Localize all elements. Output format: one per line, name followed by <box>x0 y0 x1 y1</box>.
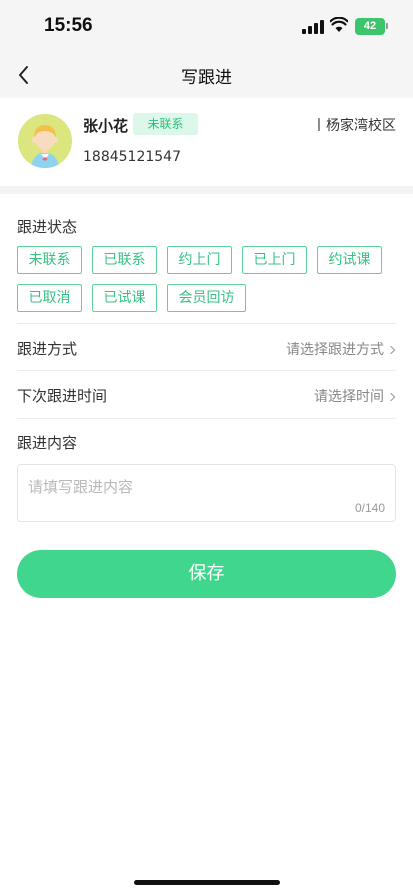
status-time: 15:56 <box>44 15 93 36</box>
customer-phone: 18845121547 <box>83 149 181 165</box>
home-indicator <box>134 880 280 885</box>
page-title: 写跟进 <box>181 68 232 88</box>
status-tag-member-revisit[interactable]: 会员回访 <box>167 284 246 312</box>
follow-method-select[interactable]: 请选择跟进方式 <box>286 339 396 359</box>
status-tag-contacted[interactable]: 已联系 <box>92 246 157 274</box>
divider <box>17 370 396 371</box>
avatar-illustration <box>18 114 72 168</box>
content-label: 跟进内容 <box>17 434 78 452</box>
status-tag-trial-appointed[interactable]: 约试课 <box>317 246 382 274</box>
follow-method-label: 跟进方式 <box>17 340 78 358</box>
chevron-right-icon <box>386 345 396 355</box>
chevron-right-icon <box>386 392 396 402</box>
customer-profile: 张小花 未联系 18845121547 丨杨家湾校区 <box>0 98 413 186</box>
battery-tip <box>386 23 388 29</box>
nav-bar: 写跟进 <box>0 50 413 98</box>
divider <box>17 323 396 324</box>
customer-name: 张小花 <box>83 117 129 135</box>
content-textarea[interactable] <box>18 465 395 521</box>
next-time-placeholder: 请选择时间 <box>314 389 384 405</box>
status-tag-uncontacted[interactable]: 未联系 <box>17 246 82 274</box>
status-tag-visited[interactable]: 已上门 <box>242 246 307 274</box>
next-time-select[interactable]: 请选择时间 <box>314 386 396 406</box>
signal-icon <box>302 20 324 34</box>
follow-method-placeholder: 请选择跟进方式 <box>286 342 384 358</box>
status-tag-trial-done[interactable]: 已试课 <box>92 284 157 312</box>
status-tag-visit-appointed[interactable]: 约上门 <box>167 246 232 274</box>
next-time-label: 下次跟进时间 <box>17 387 108 405</box>
status-tag-cancelled[interactable]: 已取消 <box>17 284 82 312</box>
wifi-icon <box>330 17 348 32</box>
avatar <box>18 114 72 168</box>
save-button[interactable]: 保存 <box>17 550 396 598</box>
campus-label: 丨杨家湾校区 <box>312 118 396 134</box>
status-badge: 未联系 <box>133 113 198 135</box>
battery-icon: 42 <box>355 18 385 35</box>
status-bar: 15:56 42 <box>0 0 413 50</box>
divider <box>17 418 396 419</box>
section-divider <box>0 186 413 194</box>
char-counter: 0/140 <box>354 501 385 515</box>
follow-status-label: 跟进状态 <box>17 218 78 236</box>
content-box: 0/140 <box>17 464 396 522</box>
